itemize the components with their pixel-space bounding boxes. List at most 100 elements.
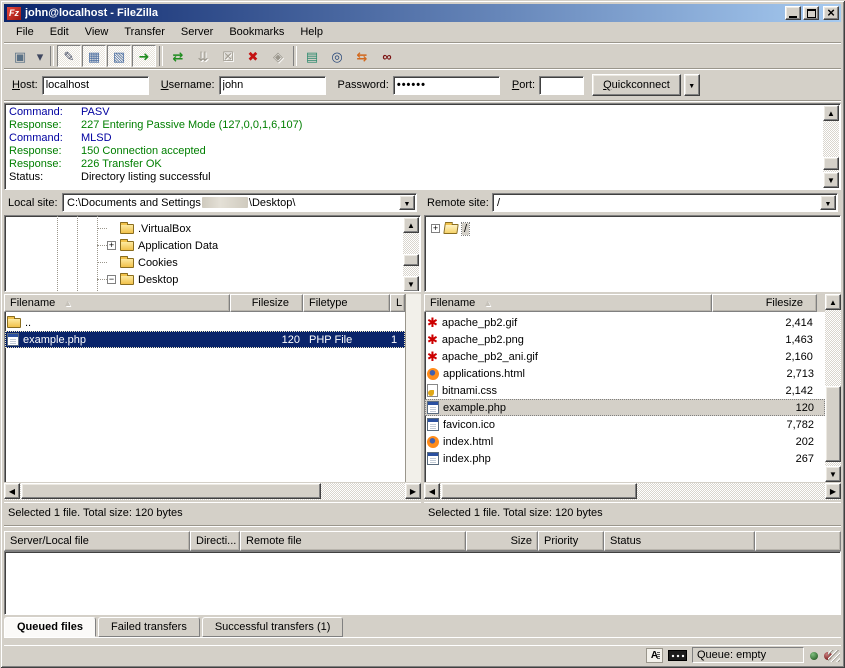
menu-item[interactable]: Help (292, 24, 331, 40)
toggle-message-log-button[interactable]: ✎ (57, 45, 81, 67)
site-manager-button[interactable]: ▣ (8, 45, 32, 67)
file-row[interactable]: index.php 267 (425, 450, 825, 467)
toolbar-separator (48, 46, 56, 66)
column-header[interactable]: Directi... (190, 531, 240, 551)
password-input[interactable] (393, 76, 500, 95)
menu-item[interactable]: Transfer (116, 24, 173, 40)
directory-filter-button[interactable]: ▤ (300, 45, 324, 67)
local-site-combobox[interactable]: C:\Documents and Settings\Desktop\ (62, 193, 417, 212)
column-header[interactable]: Filename ▲ (424, 294, 712, 312)
scrollbar-thumb[interactable] (823, 157, 839, 170)
log-line: Response: 227 Entering Passive Mode (127… (9, 119, 820, 132)
close-button[interactable] (823, 6, 839, 20)
port-input[interactable] (539, 76, 584, 95)
column-header[interactable]: Status (604, 531, 755, 551)
tree-item[interactable]: .VirtualBox (5, 220, 402, 237)
menu-item[interactable]: Server (173, 24, 221, 40)
tree-item-label: / (462, 223, 469, 235)
tree-expander-icon[interactable]: + (431, 224, 440, 233)
menu-item[interactable]: File (8, 24, 42, 40)
toggle-remote-tree-button[interactable]: ▧ (107, 45, 131, 67)
scroll-up-icon[interactable] (825, 294, 841, 310)
tree-expander-icon[interactable]: − (107, 275, 116, 284)
scroll-down-icon[interactable] (825, 466, 841, 482)
column-header[interactable]: Remote file (240, 531, 466, 551)
compare-directories-button[interactable]: ◎ (325, 45, 349, 67)
scroll-down-icon[interactable] (823, 172, 839, 188)
username-input[interactable] (219, 76, 326, 95)
file-row[interactable]: example.php 120 PHP File 1 (5, 331, 405, 348)
scroll-left-icon[interactable] (424, 483, 440, 499)
file-row[interactable]: .. (5, 314, 405, 331)
column-header[interactable]: Priority (538, 531, 604, 551)
speed-limit-indicator-icon[interactable] (668, 650, 687, 661)
synchronized-browsing-button[interactable]: ⇆ (350, 45, 374, 67)
remote-list-scrollbar[interactable] (825, 294, 841, 482)
local-list-scrollbar-track[interactable] (405, 294, 421, 482)
remote-site-combobox[interactable]: / (492, 193, 838, 212)
find-files-button[interactable]: ∞ (375, 45, 399, 67)
file-row[interactable]: apache_pb2_ani.gif 2,160 (425, 348, 825, 365)
file-row[interactable]: favicon.ico 7,782 (425, 416, 825, 433)
queue-tab[interactable]: Successful transfers (1) (202, 617, 344, 637)
local-list-hscrollbar[interactable] (4, 483, 421, 500)
tree-item[interactable]: Cookies (5, 254, 402, 271)
quickconnect-button[interactable]: Quickconnect (592, 74, 681, 96)
scroll-up-icon[interactable] (403, 217, 419, 233)
column-header[interactable]: Server/Local file (4, 531, 190, 551)
column-header[interactable]: L (390, 294, 405, 312)
scroll-down-icon[interactable] (403, 276, 419, 292)
css-file-icon (427, 384, 438, 397)
tree-item[interactable]: + / (425, 220, 840, 237)
tree-expander-icon[interactable]: + (107, 241, 116, 250)
column-header[interactable]: Size (466, 531, 538, 551)
scroll-right-icon[interactable] (405, 483, 421, 499)
site-manager-dropdown-icon[interactable]: ▾ (33, 45, 47, 67)
tree-item[interactable]: − Desktop (5, 271, 402, 288)
apache-image-icon (427, 316, 438, 330)
local-site-dropdown-button[interactable] (399, 195, 415, 210)
process-queue-button[interactable]: ⇊ (191, 45, 215, 67)
reconnect-button[interactable]: ◈ (266, 45, 290, 67)
queue-tab[interactable]: Failed transfers (98, 617, 200, 637)
menu-item[interactable]: View (77, 24, 117, 40)
maximize-button[interactable] (803, 6, 819, 20)
quickconnect-dropdown-button[interactable] (684, 74, 700, 96)
menu-item[interactable]: Edit (42, 24, 77, 40)
toggle-queue-button[interactable]: ➜ (132, 45, 156, 67)
disconnect-button[interactable]: ✖ (241, 45, 265, 67)
data-type-indicator-icon[interactable]: A (646, 648, 663, 663)
column-header[interactable]: Filename ▲ (4, 294, 230, 312)
queue-list[interactable] (4, 551, 841, 615)
toggle-local-tree-button[interactable]: ▦ (82, 45, 106, 67)
tree-item[interactable]: + Application Data (5, 237, 402, 254)
refresh-button[interactable]: ⇄ (166, 45, 190, 67)
queue-tab[interactable]: Queued files (4, 617, 96, 637)
file-row[interactable]: bitnami.css 2,142 (425, 382, 825, 399)
column-header[interactable]: Filesize (230, 294, 303, 312)
menu-item[interactable]: Bookmarks (221, 24, 292, 40)
minimize-button[interactable] (785, 6, 801, 20)
scroll-up-icon[interactable] (823, 105, 839, 121)
remote-list-hscrollbar[interactable] (424, 483, 841, 500)
file-row[interactable]: apache_pb2.png 1,463 (425, 331, 825, 348)
scrollbar-thumb[interactable] (21, 483, 321, 499)
column-header[interactable] (755, 531, 841, 551)
local-tree-scrollbar[interactable] (403, 217, 419, 292)
resize-grip[interactable] (828, 650, 840, 662)
scrollbar-thumb[interactable] (825, 386, 841, 462)
column-header[interactable]: Filetype (303, 294, 390, 312)
host-input[interactable] (42, 76, 149, 95)
log-scrollbar[interactable] (823, 105, 839, 188)
remote-site-dropdown-button[interactable] (820, 195, 836, 210)
file-row[interactable]: example.php 120 (425, 399, 825, 416)
column-header[interactable]: Filesize (712, 294, 817, 312)
file-row[interactable]: index.html 202 (425, 433, 825, 450)
scroll-left-icon[interactable] (4, 483, 20, 499)
file-row[interactable]: apache_pb2.gif 2,414 (425, 314, 825, 331)
file-row[interactable]: applications.html 2,713 (425, 365, 825, 382)
scrollbar-thumb[interactable] (441, 483, 637, 499)
scroll-right-icon[interactable] (825, 483, 841, 499)
scrollbar-thumb[interactable] (403, 254, 419, 266)
cancel-operation-button[interactable]: ☒ (216, 45, 240, 67)
